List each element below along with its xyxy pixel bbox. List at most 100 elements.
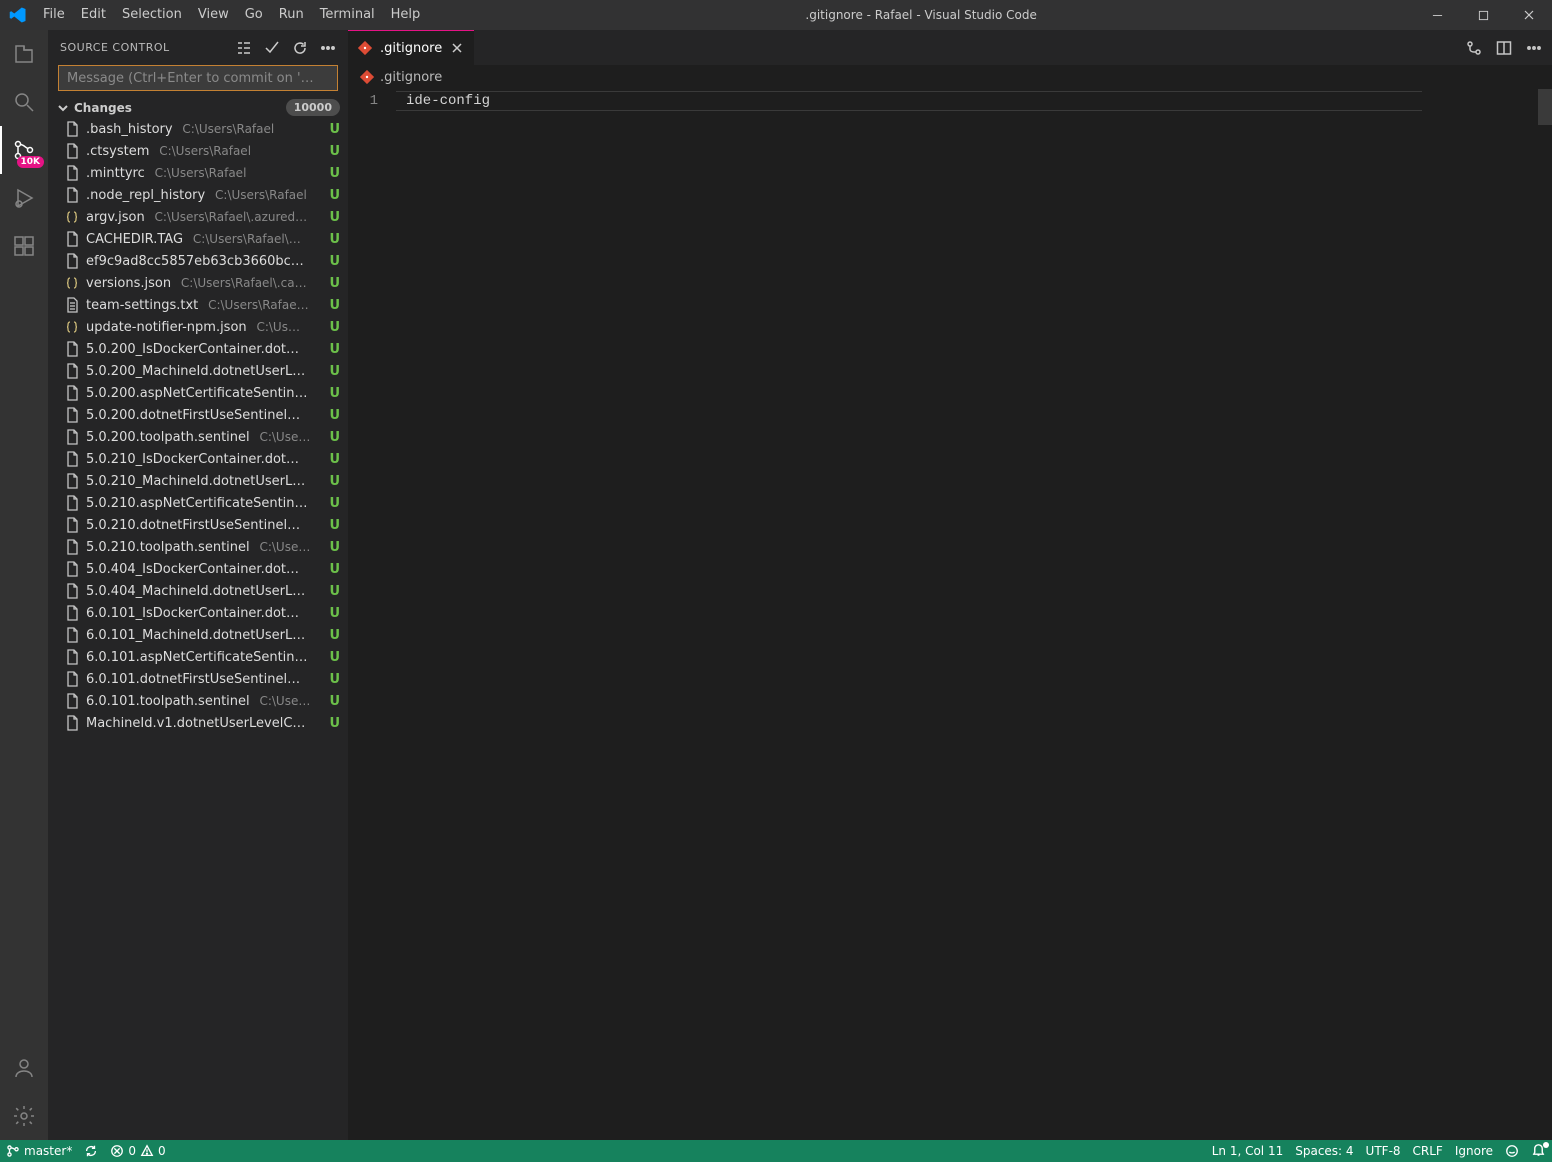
close-tab-icon[interactable] <box>450 41 464 55</box>
file-row[interactable]: 5.0.200.aspNetCertificateSentin… U <box>52 382 348 404</box>
menu-go[interactable]: Go <box>237 0 271 30</box>
commit-message-input[interactable] <box>67 71 329 86</box>
indentation-status[interactable]: Spaces: 4 <box>1289 1140 1359 1162</box>
extensions-tab[interactable] <box>0 222 48 270</box>
notifications-icon[interactable] <box>1525 1140 1552 1162</box>
editor-tab-label: .gitignore <box>380 41 442 56</box>
more-actions-icon[interactable] <box>320 40 336 56</box>
language-mode-status[interactable]: Ignore <box>1449 1140 1499 1162</box>
file-name: 6.0.101.aspNetCertificateSentin… <box>86 650 308 665</box>
file-row[interactable]: 6.0.101.toolpath.sentinel C:\Use…U <box>52 690 348 712</box>
file-icon <box>64 231 80 247</box>
feedback-icon[interactable] <box>1499 1140 1525 1162</box>
compare-changes-icon[interactable] <box>1466 40 1482 56</box>
file-status-letter: U <box>323 386 340 401</box>
editor-body[interactable]: 1 ide-config <box>348 89 1552 1140</box>
file-status-letter: U <box>323 298 340 313</box>
menu-bar: FileEditSelectionViewGoRunTerminalHelp <box>35 0 428 30</box>
file-row[interactable]: 6.0.101_IsDockerContainer.dot…U <box>52 602 348 624</box>
file-row[interactable]: 5.0.210.toolpath.sentinel C:\Use…U <box>52 536 348 558</box>
file-row[interactable]: 5.0.404_MachineId.dotnetUserL…U <box>52 580 348 602</box>
file-row[interactable]: 5.0.200_MachineId.dotnetUserL…U <box>52 360 348 382</box>
file-status-letter: U <box>323 430 340 445</box>
file-status-letter: U <box>323 166 340 181</box>
file-row[interactable]: 5.0.200.toolpath.sentinel C:\Use…U <box>52 426 348 448</box>
file-row[interactable]: argv.json C:\Users\Rafael\.azured…U <box>52 206 348 228</box>
file-row[interactable]: 5.0.404_IsDockerContainer.dot…U <box>52 558 348 580</box>
file-row[interactable]: 6.0.101.aspNetCertificateSentin…U <box>52 646 348 668</box>
file-row[interactable]: 5.0.200.dotnetFirstUseSentinel…U <box>52 404 348 426</box>
run-debug-tab[interactable] <box>0 174 48 222</box>
eol-status[interactable]: CRLF <box>1407 1140 1449 1162</box>
minimap[interactable] <box>1482 89 1538 1140</box>
editor-more-icon[interactable] <box>1526 40 1542 56</box>
file-row[interactable]: versions.json C:\Users\Rafael\.ca…U <box>52 272 348 294</box>
source-control-tab[interactable]: 10K <box>0 126 48 174</box>
cursor-position-status[interactable]: Ln 1, Col 11 <box>1206 1140 1290 1162</box>
file-row[interactable]: 5.0.210.aspNetCertificateSentin…U <box>52 492 348 514</box>
file-row[interactable]: MachineId.v1.dotnetUserLevelC…U <box>52 712 348 734</box>
file-row[interactable]: .ctsystem C:\Users\RafaelU <box>52 140 348 162</box>
menu-terminal[interactable]: Terminal <box>312 0 383 30</box>
code-area[interactable]: ide-config <box>396 89 1482 1140</box>
file-icon <box>64 363 80 379</box>
file-name: update-notifier-npm.json <box>86 320 247 335</box>
problems-status[interactable]: 0 0 <box>104 1140 171 1162</box>
chevron-down-icon <box>56 101 70 115</box>
file-name: 5.0.200.aspNetCertificateSentin… <box>86 386 308 401</box>
file-icon <box>64 429 80 445</box>
file-row[interactable]: 5.0.210_MachineId.dotnetUserL…U <box>52 470 348 492</box>
editor-tab-gitignore[interactable]: .gitignore <box>348 30 474 65</box>
file-row[interactable]: 5.0.200_IsDockerContainer.dot…U <box>52 338 348 360</box>
warning-count: 0 <box>158 1144 166 1158</box>
file-row[interactable]: 6.0.101.dotnetFirstUseSentinel…U <box>52 668 348 690</box>
file-name: 5.0.210.dotnetFirstUseSentinel… <box>86 518 300 533</box>
settings-gear-button[interactable] <box>0 1092 48 1140</box>
menu-view[interactable]: View <box>190 0 237 30</box>
source-control-sidebar: SOURCE CONTROL Changes 10000 .bash_histo… <box>48 30 348 1140</box>
git-branch-status[interactable]: master* <box>0 1140 78 1162</box>
file-row[interactable]: team-settings.txt C:\Users\Rafae…U <box>52 294 348 316</box>
menu-edit[interactable]: Edit <box>73 0 114 30</box>
view-as-tree-icon[interactable] <box>236 40 252 56</box>
menu-run[interactable]: Run <box>271 0 312 30</box>
changes-section-header[interactable]: Changes 10000 <box>48 97 348 118</box>
file-path: C:\Users\Rafael <box>151 166 247 180</box>
file-name: .ctsystem <box>86 144 149 159</box>
status-bar: master* 0 0 Ln 1, Col 11 Spaces: 4 UTF-8… <box>0 1140 1552 1162</box>
file-name: 5.0.200_IsDockerContainer.dot… <box>86 342 299 357</box>
file-name: 6.0.101_MachineId.dotnetUserL… <box>86 628 305 643</box>
file-path: C:\Use… <box>256 540 311 554</box>
file-status-letter: U <box>323 210 340 225</box>
close-window-button[interactable] <box>1506 0 1552 30</box>
file-row[interactable]: .bash_history C:\Users\RafaelU <box>52 118 348 140</box>
minimize-button[interactable] <box>1414 0 1460 30</box>
refresh-icon[interactable] <box>292 40 308 56</box>
file-row[interactable]: CACHEDIR.TAG C:\Users\Rafael\…U <box>52 228 348 250</box>
file-path: C:\Us… <box>253 320 300 334</box>
encoding-status[interactable]: UTF-8 <box>1360 1140 1407 1162</box>
file-icon <box>64 165 80 181</box>
commit-check-icon[interactable] <box>264 40 280 56</box>
breadcrumb[interactable]: .gitignore <box>348 65 1552 89</box>
file-row[interactable]: ef9c9ad8cc5857eb63cb3660bc…U <box>52 250 348 272</box>
sync-status[interactable] <box>78 1140 104 1162</box>
file-row[interactable]: 5.0.210.dotnetFirstUseSentinel…U <box>52 514 348 536</box>
file-row[interactable]: 5.0.210_IsDockerContainer.dot…U <box>52 448 348 470</box>
accounts-button[interactable] <box>0 1044 48 1092</box>
editor-scrollbar[interactable] <box>1538 89 1552 1140</box>
file-row[interactable]: .node_repl_history C:\Users\RafaelU <box>52 184 348 206</box>
explorer-tab[interactable] <box>0 30 48 78</box>
file-name: .minttyrc <box>86 166 145 181</box>
editor-tabs: .gitignore <box>348 30 1552 65</box>
file-row[interactable]: 6.0.101_MachineId.dotnetUserL…U <box>52 624 348 646</box>
menu-file[interactable]: File <box>35 0 73 30</box>
menu-selection[interactable]: Selection <box>114 0 190 30</box>
file-row[interactable]: update-notifier-npm.json C:\Us…U <box>52 316 348 338</box>
maximize-button[interactable] <box>1460 0 1506 30</box>
search-tab[interactable] <box>0 78 48 126</box>
file-row[interactable]: .minttyrc C:\Users\Rafael U <box>52 162 348 184</box>
file-status-letter: U <box>323 364 340 379</box>
menu-help[interactable]: Help <box>383 0 429 30</box>
split-editor-icon[interactable] <box>1496 40 1512 56</box>
